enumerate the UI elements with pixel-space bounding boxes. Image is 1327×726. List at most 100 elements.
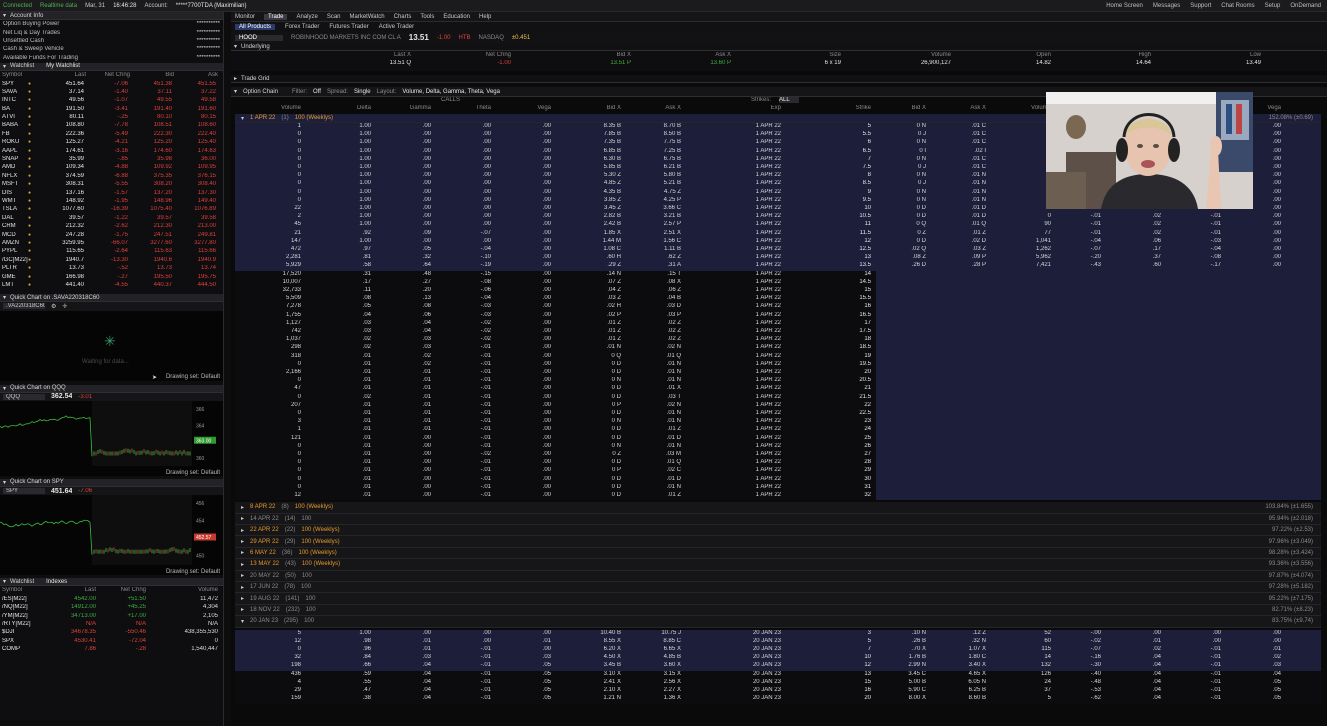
call-ask-cell[interactable]: .01 D xyxy=(621,476,681,482)
col-header-call[interactable]: Gamma xyxy=(381,105,431,111)
symbol-input[interactable]: HOOD xyxy=(235,34,283,41)
watchlist-row[interactable]: SPX 4530.41 -72.04 0 xyxy=(0,637,223,645)
put-pb-cell[interactable]: 5.90 C xyxy=(871,687,926,693)
call-ask-cell[interactable]: .01 N xyxy=(621,443,681,449)
put-pa-cell[interactable]: .01 C xyxy=(931,131,986,137)
put-pa-cell[interactable]: .01 N xyxy=(931,172,986,178)
watchlist-row[interactable]: /ES[M22] 4542.00 +51.50 11,472 xyxy=(0,595,223,603)
call-ask-cell[interactable]: 1.56 C xyxy=(621,238,681,244)
watchlist-2-header[interactable]: ▾ Watchlist Indexes xyxy=(0,578,223,587)
call-ask-cell[interactable]: .01 N xyxy=(621,484,681,490)
call-bid-cell[interactable]: 5.85 B xyxy=(561,164,621,170)
call-bid-cell[interactable]: 0 D xyxy=(561,484,621,490)
call-bid-cell[interactable]: .02 P xyxy=(561,312,621,318)
expiration-row[interactable]: ▾ 20 JAN 23 (295) 100 83.75% (±9.74) xyxy=(235,616,1321,628)
call-ask-cell[interactable]: 7.75 B xyxy=(621,139,681,145)
home-screen-link[interactable]: Home Screen xyxy=(1106,3,1143,9)
symbol-input[interactable]: .VA220318C60 xyxy=(3,303,45,310)
collapse-icon[interactable]: ▾ xyxy=(3,385,6,392)
put-pb-cell[interactable]: 0 J xyxy=(871,180,926,186)
expiration-row[interactable]: ▸ 20 MAY 22 (50) 100 97.87% (±4.074) xyxy=(235,570,1321,582)
option-chain-row[interactable]: 198 .66 .04 -.01 .05 3.45 B 3.60 X 20 JAN 23 12 2… xyxy=(235,662,1321,671)
call-ask-cell[interactable]: 3.15 X xyxy=(621,671,681,677)
option-chain-row[interactable]: 472 .97 .05 -.04 .00 1.08 C 1.11 B 1 APR 22 12.5… xyxy=(235,246,1321,255)
call-bid-cell[interactable]: 6.30 B xyxy=(561,156,621,162)
tab-marketwatch[interactable]: MarketWatch xyxy=(350,14,385,20)
call-bid-cell[interactable]: 2.82 B xyxy=(561,213,621,219)
symbol-cell[interactable]: SAVA xyxy=(0,89,28,95)
put-pb-cell[interactable]: 0 D xyxy=(871,213,926,219)
col-ask[interactable]: Ask xyxy=(174,72,218,78)
expand-icon[interactable]: ▸ xyxy=(241,561,244,568)
call-bid-cell[interactable]: 6.85 B xyxy=(561,148,621,154)
call-ask-cell[interactable]: 10.75 J xyxy=(621,630,681,636)
call-ask-cell[interactable]: 4.25 P xyxy=(621,197,681,203)
call-ask-cell[interactable]: .01 N xyxy=(621,410,681,416)
ondemand-link[interactable]: OnDemand xyxy=(1290,3,1321,9)
call-ask-cell[interactable]: .03 P xyxy=(621,312,681,318)
watchlist-row[interactable]: ATVI ● 80.11 -.25 80.10 80.15 xyxy=(0,113,223,121)
put-pb-cell[interactable]: 0 N xyxy=(871,189,926,195)
tab-scan[interactable]: Scan xyxy=(327,14,341,20)
call-bid-cell[interactable]: 8.35 B xyxy=(561,123,621,129)
call-ask-cell[interactable]: .02 Z xyxy=(621,320,681,326)
put-pa-cell[interactable]: .32 N xyxy=(931,638,986,644)
watchlist-row[interactable]: MCD ● 247.28 -1.75 247.51 249.81 xyxy=(0,230,223,238)
symbol-cell[interactable]: PLTR xyxy=(0,265,28,271)
tab-charts[interactable]: Charts xyxy=(394,14,412,20)
call-bid-cell[interactable]: 0 N xyxy=(561,443,621,449)
call-bid-cell[interactable]: 0 P xyxy=(561,402,621,408)
setup-link[interactable]: Setup xyxy=(1265,3,1281,9)
call-bid-cell[interactable]: 4.35 B xyxy=(561,189,621,195)
tab-analyze[interactable]: Analyze xyxy=(296,14,317,20)
call-bid-cell[interactable]: 0 D xyxy=(561,476,621,482)
option-chain-row[interactable]: 12 .98 .01 .00 .01 8.55 X 8.85 C 20 JAN 23 5.26 … xyxy=(235,637,1321,647)
call-ask-cell[interactable]: 1.36 X xyxy=(621,695,681,701)
drawing-set-label[interactable]: Drawing set: Default xyxy=(166,569,220,575)
put-pb-cell[interactable]: 0 Z xyxy=(871,230,926,236)
option-chain-row[interactable]: 45 1.00 .00 .00 .00 2.42 B 2.57 P 1 APR 22 11 0 Q… xyxy=(235,221,1321,230)
symbol-cell[interactable]: ATVI xyxy=(0,114,28,120)
underlying-header[interactable]: ▾ Underlying xyxy=(231,43,1327,51)
expiration-row[interactable]: ▸ 17 JUN 22 (78) 100 97.28% (±5.182) xyxy=(235,582,1321,594)
call-bid-cell[interactable]: 0 Q xyxy=(561,353,621,359)
expand-icon[interactable]: ▸ xyxy=(234,75,237,82)
call-ask-cell[interactable]: 4.85 B xyxy=(621,654,681,660)
col-header-mid[interactable]: Strike xyxy=(801,105,871,111)
put-pb-cell[interactable]: 0 N xyxy=(871,123,926,129)
symbol-cell[interactable]: AMZN xyxy=(0,240,28,246)
put-pb-cell[interactable]: 0 N xyxy=(871,172,926,178)
watchlist-row[interactable]: NFLX ● 374.59 -6.88 375.35 376.15 xyxy=(0,172,223,180)
put-pa-cell[interactable]: .01 C xyxy=(931,164,986,170)
put-pb-cell[interactable]: .02 Q xyxy=(871,246,926,252)
watchlist-row[interactable]: DAL ● 39.57 -1.22 39.57 39.58 xyxy=(0,214,223,222)
put-pb-cell[interactable]: 0 J xyxy=(871,131,926,137)
put-pa-cell[interactable]: 1.07 X xyxy=(931,646,986,652)
expiration-row[interactable]: ▸ 8 APR 22 (8) 100 (Weeklys) 103.84% (±1.655… xyxy=(235,502,1321,514)
call-bid-cell[interactable]: 0 D xyxy=(561,435,621,441)
collapse-icon[interactable]: ▾ xyxy=(234,43,237,50)
call-ask-cell[interactable]: 5.21 B xyxy=(621,180,681,186)
call-bid-cell[interactable]: .02 H xyxy=(561,303,621,309)
watchlist-row[interactable]: BA ● 191.50 -3.41 191.40 191.60 xyxy=(0,105,223,113)
call-ask-cell[interactable]: 3.60 X xyxy=(621,662,681,668)
symbol-cell[interactable]: GME xyxy=(0,274,28,280)
tab-forex-trader[interactable]: Forex Trader xyxy=(285,24,319,30)
watchlist-row[interactable]: COMP 7.86 -.28 1,540,447 xyxy=(0,645,223,653)
watchlist-row[interactable]: /NQ[M22] 14912.00 +45.25 4,304 xyxy=(0,603,223,611)
expand-icon[interactable]: ▸ xyxy=(241,538,244,545)
symbol-cell[interactable]: TSLA xyxy=(0,206,28,212)
call-bid-cell[interactable]: 1.21 N xyxy=(561,695,621,701)
put-pb-cell[interactable]: .08 Z xyxy=(871,254,926,260)
col-header-call[interactable]: Bid X xyxy=(561,105,621,111)
col-net-chng[interactable]: Net Chng xyxy=(96,587,146,593)
put-pa-cell[interactable]: .12 Z xyxy=(931,630,986,636)
call-ask-cell[interactable]: .02 C xyxy=(621,467,681,473)
col-last[interactable]: Last xyxy=(46,587,96,593)
call-bid-cell[interactable]: 5.30 Z xyxy=(561,172,621,178)
watchlist-row[interactable]: WMT ● 148.92 -1.95 148.96 149.40 xyxy=(0,197,223,205)
call-ask-cell[interactable]: .15 T xyxy=(621,271,681,277)
call-bid-cell[interactable]: 7.35 B xyxy=(561,139,621,145)
col-symbol[interactable]: Symbol xyxy=(2,72,42,78)
call-bid-cell[interactable]: 3.85 Z xyxy=(561,197,621,203)
